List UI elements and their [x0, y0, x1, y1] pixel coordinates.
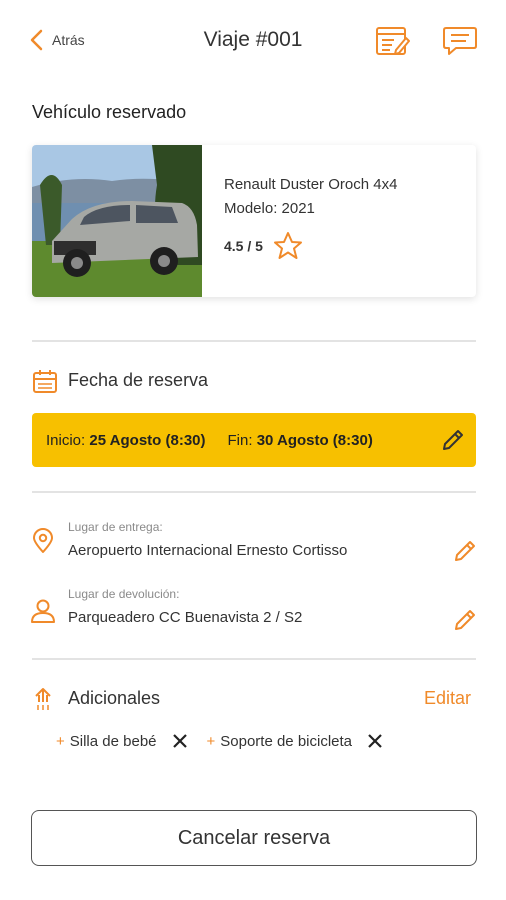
- additional-chip-label: Silla de bebé: [69, 732, 157, 750]
- page-title: Viaje #001: [203, 28, 303, 51]
- vehicle-name: Renault Duster Oroch 4x4: [224, 176, 398, 193]
- additionals-list: + Silla de bebé + Soporte de bicicleta: [56, 732, 402, 750]
- pencil-icon[interactable]: [440, 427, 466, 453]
- divider: [32, 491, 476, 493]
- vehicle-photo: [32, 145, 202, 297]
- dropoff-label: Lugar de devolución:: [68, 587, 180, 601]
- start-date-label: Inicio:: [46, 431, 86, 449]
- additional-chip-label: Soporte de bicicleta: [220, 732, 353, 750]
- vehicle-card[interactable]: Renault Duster Oroch 4x4 Modelo: 2021 4.…: [32, 145, 476, 297]
- calendar-icon: [33, 370, 57, 393]
- divider: [32, 658, 476, 660]
- user-icon: [31, 599, 55, 623]
- rating-row: 4.5 / 5: [224, 231, 397, 261]
- booking-dates-bar[interactable]: Inicio: 25 Agosto (8:30) Fin: 30 Agosto …: [32, 413, 476, 467]
- location-pin-icon: [33, 528, 53, 553]
- plus-icon: +: [206, 732, 216, 750]
- end-date-value: 30 Agosto (8:30): [256, 431, 373, 449]
- vehicle-section-title: Vehículo reservado: [32, 102, 187, 122]
- booking-dates-title: Fecha de reserva: [68, 370, 209, 390]
- dropoff-value: Parqueadero CC Buenavista 2 / S2: [68, 609, 303, 626]
- vehicle-model: Modelo: 2021: [224, 200, 315, 217]
- pickup-label: Lugar de entrega:: [68, 520, 163, 534]
- divider: [32, 340, 476, 342]
- additional-chip: + Soporte de bicicleta: [207, 732, 385, 750]
- additionals-title: Adicionales: [68, 688, 161, 708]
- pencil-icon[interactable]: [452, 607, 478, 633]
- plus-icon: +: [56, 732, 65, 750]
- cancel-booking-button[interactable]: Cancelar reserva: [31, 810, 477, 866]
- extras-icon: [35, 688, 51, 710]
- close-icon[interactable]: [366, 732, 384, 750]
- chat-icon[interactable]: [442, 24, 478, 58]
- additional-chip: + Silla de bebé: [56, 732, 189, 750]
- end-date: Fin: 30 Agosto (8:30): [228, 432, 373, 449]
- rating-value: 4.5 / 5: [224, 238, 263, 254]
- close-icon[interactable]: [171, 732, 189, 750]
- start-date: Inicio: 25 Agosto (8:30): [46, 432, 206, 449]
- pickup-value: Aeropuerto Internacional Ernesto Cortiss…: [68, 542, 348, 559]
- top-bar: Atrás Viaje #001: [0, 0, 506, 80]
- edit-additionals-link[interactable]: Editar: [424, 688, 471, 709]
- notes-icon[interactable]: [374, 24, 410, 58]
- start-date-value: 25 Agosto (8:30): [89, 431, 206, 449]
- end-date-label: Fin:: [227, 431, 253, 449]
- pencil-icon[interactable]: [452, 538, 478, 564]
- star-icon[interactable]: [273, 231, 303, 261]
